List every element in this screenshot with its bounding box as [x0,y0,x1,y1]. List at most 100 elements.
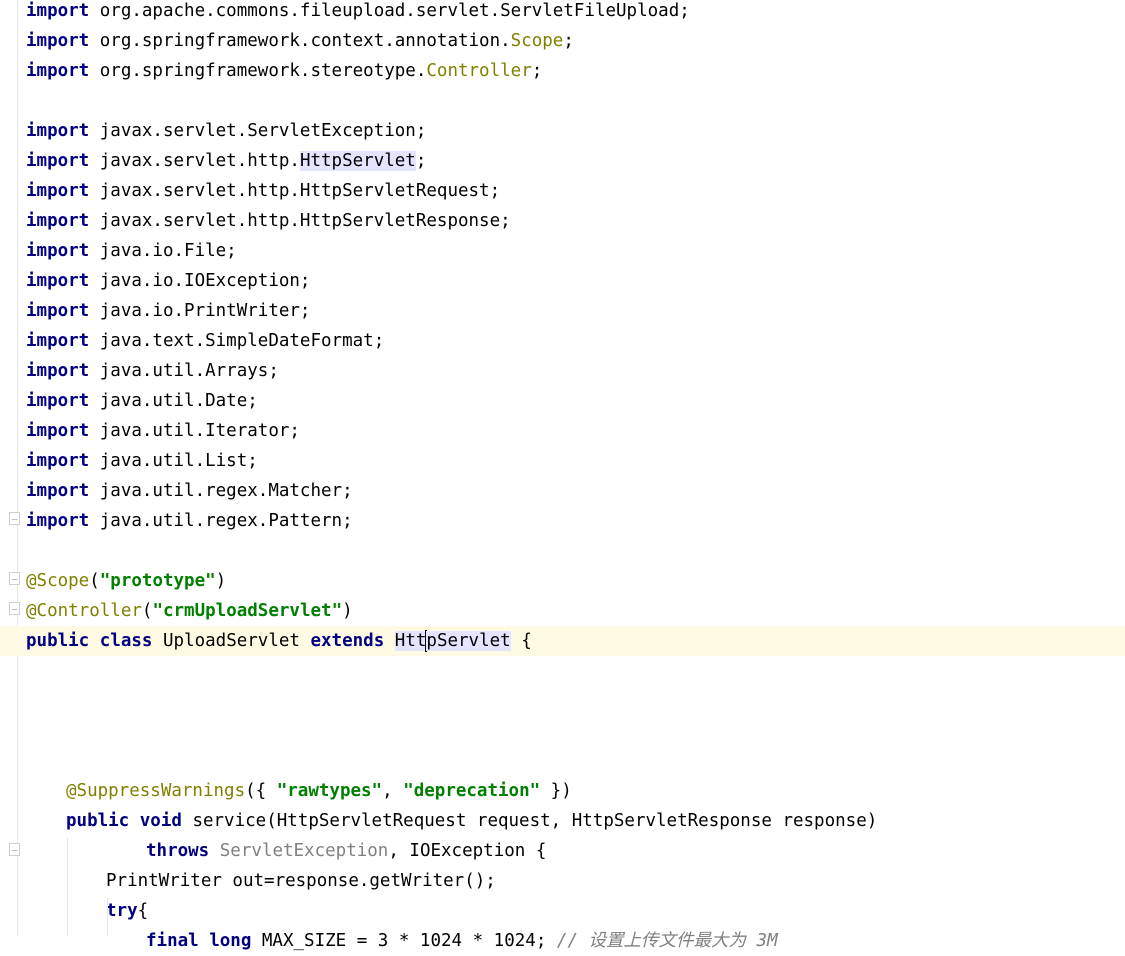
code-token: javax.servlet.http.HttpServletRequest; [89,181,501,201]
code-token: ( [141,601,153,621]
code-token: UploadServlet [152,631,311,651]
code-token: import [26,511,90,531]
code-token: javax.servlet.http.HttpServletResponse; [89,211,511,231]
code-token: import [26,1,90,21]
code-token: java.io.File; [89,241,237,261]
code-token: ServletException [219,841,389,861]
code-token: Controller [426,61,532,81]
code-token: "crmUploadServlet" [152,601,343,621]
code-token: ) [342,601,353,621]
code-token: "prototype" [99,571,216,591]
code-line[interactable]: import javax.servlet.http.HttpServlet; [0,146,1125,176]
code-token: Htt [394,631,427,651]
code-line[interactable]: import java.util.Iterator; [0,416,1125,446]
code-token: ; [415,151,427,171]
code-line[interactable]: public void service(HttpServletRequest r… [0,806,1125,836]
fold-marker-icon[interactable]: − [9,512,20,526]
code-token: "deprecation" [403,781,541,801]
indent-guide [67,838,68,936]
code-line[interactable]: import java.io.IOException; [0,266,1125,296]
code-token: extends [310,631,385,651]
code-token: { [510,631,532,651]
code-line[interactable]: import java.io.PrintWriter; [0,296,1125,326]
code-token: import [26,451,90,471]
code-line[interactable] [0,686,1125,716]
code-line[interactable]: @Controller("crmUploadServlet") [0,596,1125,626]
indent-guide [107,898,108,936]
code-token: ; [563,31,574,51]
code-line[interactable]: import java.text.SimpleDateFormat; [0,326,1125,356]
code-token: import [26,241,90,261]
fold-marker-icon[interactable]: − [9,843,20,857]
code-line[interactable] [0,86,1125,116]
code-token: import [26,151,90,171]
code-line[interactable]: @Scope("prototype") [0,566,1125,596]
code-line[interactable]: import org.apache.commons.fileupload.ser… [0,0,1125,26]
code-token: import [26,181,90,201]
code-line[interactable]: import java.util.Date; [0,386,1125,416]
code-token: import [26,391,90,411]
code-token: ({ [245,781,277,801]
code-line[interactable]: import java.util.Arrays; [0,356,1125,386]
code-token: @Scope [26,571,90,591]
code-line[interactable]: import org.springframework.context.annot… [0,26,1125,56]
code-token: ) [215,571,227,591]
code-token: java.util.regex.Pattern; [89,511,353,531]
code-line[interactable]: try{ [0,896,1125,926]
code-token: , [382,781,404,801]
code-line[interactable]: @SuppressWarnings({ "rawtypes", "depreca… [0,776,1125,806]
code-token: import [26,31,90,51]
code-token: service(HttpServletRequest request, Http… [181,811,878,831]
code-line[interactable]: import java.util.List; [0,446,1125,476]
code-token: public class [26,631,153,651]
code-line[interactable]: import javax.servlet.http.HttpServletReq… [0,176,1125,206]
code-token: java.text.SimpleDateFormat; [89,331,385,351]
code-line[interactable]: import java.io.File; [0,236,1125,266]
code-token: import [26,481,90,501]
code-token: ( [89,571,100,591]
code-token: import [26,301,90,321]
code-token: }) [540,781,572,801]
code-token: java.util.regex.Matcher; [89,481,353,501]
code-line[interactable]: public class UploadServlet extends HttpS… [0,626,1125,656]
code-token: , IOException { [388,841,547,861]
code-token: throws [146,841,210,861]
code-token: Scope [510,31,564,51]
code-line[interactable] [0,716,1125,746]
code-token: import [26,61,90,81]
code-token: java.util.Arrays; [89,361,279,381]
code-token: import [26,121,90,141]
fold-marker-icon[interactable]: − [9,572,20,586]
code-editor[interactable]: import org.apache.commons.fileupload.ser… [0,0,1125,951]
code-token: { [137,901,149,921]
code-token: java.util.Date; [89,391,258,411]
fold-marker-icon[interactable]: − [9,602,20,616]
code-token: PrintWriter out=response.getWriter(); [106,871,496,891]
code-line[interactable] [0,536,1125,566]
code-line[interactable] [0,656,1125,686]
code-line[interactable]: import java.util.regex.Pattern; [0,506,1125,536]
code-line[interactable]: import javax.servlet.ServletException; [0,116,1125,146]
code-token: @SuppressWarnings [66,781,246,801]
code-token: pServlet [426,631,511,651]
code-token: java.util.List; [89,451,258,471]
code-token: org.apache.commons.fileupload.servlet.Se… [89,1,690,21]
code-line[interactable]: import org.springframework.stereotype.Co… [0,56,1125,86]
code-line[interactable]: import java.util.regex.Matcher; [0,476,1125,506]
code-token: // 设置上传文件最大为 3M [556,931,778,951]
code-token: MAX_SIZE = 3 * 1024 * 1024; [251,931,557,951]
code-line[interactable] [0,746,1125,776]
code-line[interactable]: final long MAX_SIZE = 3 * 1024 * 1024; /… [0,926,1125,956]
code-token: import [26,211,90,231]
code-line[interactable]: throws ServletException, IOException { [0,836,1125,866]
code-token: org.springframework.stereotype. [89,61,427,81]
code-line[interactable]: PrintWriter out=response.getWriter(); [0,866,1125,896]
code-token: ; [531,61,543,81]
code-token: import [26,271,90,291]
code-token: final long [146,931,252,951]
code-token: import [26,331,90,351]
code-line[interactable]: import javax.servlet.http.HttpServletRes… [0,206,1125,236]
code-token: java.io.IOException; [89,271,311,291]
